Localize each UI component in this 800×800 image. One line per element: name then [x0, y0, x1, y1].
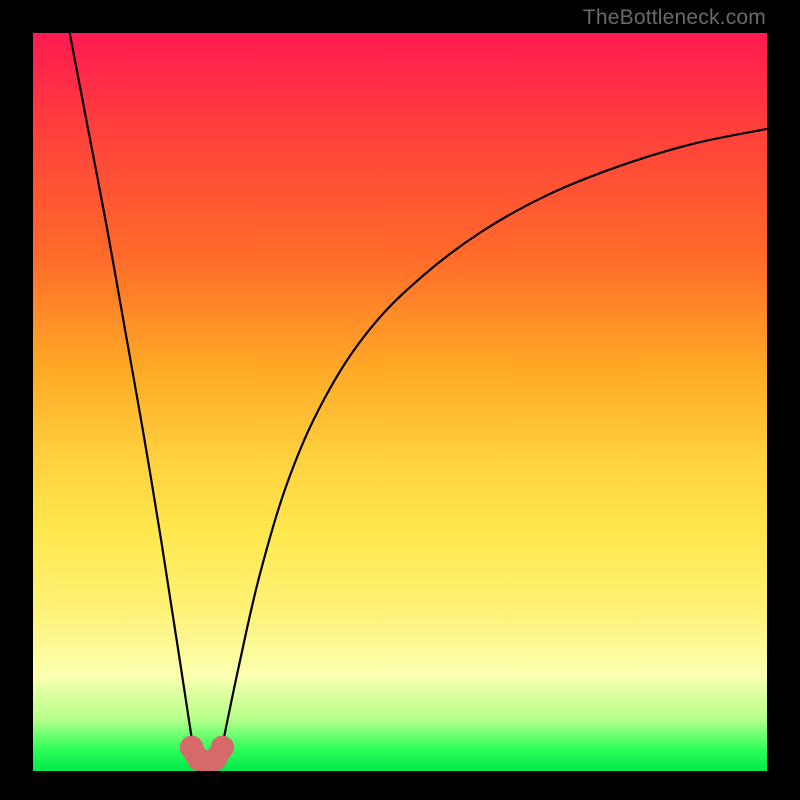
plot-area: [33, 33, 767, 771]
trough-marker-dot: [211, 736, 234, 759]
bottleneck-curve: [33, 33, 767, 771]
watermark-text: TheBottleneck.com: [583, 6, 766, 30]
curve-left-branch: [70, 33, 195, 756]
curve-right-branch: [220, 129, 767, 756]
outer-frame: TheBottleneck.com: [0, 0, 800, 800]
